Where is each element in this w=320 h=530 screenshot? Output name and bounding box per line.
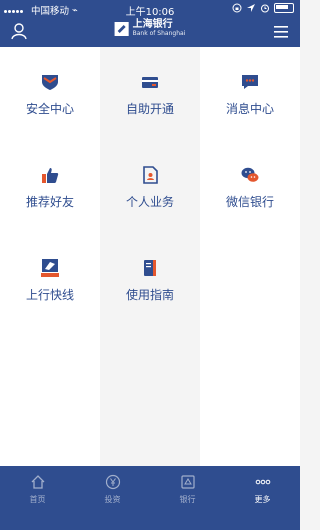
- status-bar: 中国移动 ⌁ 上午10:06: [0, 0, 300, 18]
- wechat-icon: [241, 167, 259, 182]
- more-dots-icon: [255, 479, 270, 485]
- tab-invest[interactable]: 投资: [75, 474, 150, 524]
- brand-text: 上海银行 Bank of Shanghai: [132, 19, 186, 38]
- tile-label: 安全中心: [25, 102, 74, 116]
- card-icon: [142, 77, 158, 88]
- tab-more[interactable]: 更多: [225, 474, 300, 524]
- bank-logo-icon: [114, 21, 129, 36]
- bottom-tab-bar: 首页 投资 银行 更多: [0, 466, 300, 530]
- brand-en: Bank of Shanghai: [132, 30, 186, 37]
- tab-home[interactable]: 首页: [0, 474, 75, 524]
- home-icon: [31, 475, 44, 489]
- tile-label: 个人业务: [125, 195, 174, 209]
- tile-wechat-bank[interactable]: 微信银行: [200, 140, 300, 233]
- guide-book-icon: [144, 260, 156, 276]
- bank-icon: [180, 475, 195, 489]
- user-icon: [11, 23, 27, 40]
- battery-icon: [274, 3, 294, 13]
- tile-personal-business[interactable]: 个人业务: [100, 140, 200, 233]
- shield-icon: [42, 75, 58, 90]
- brand-cn: 上海银行: [132, 19, 173, 30]
- tile-message-center[interactable]: 消息中心: [200, 47, 300, 140]
- list-menu-icon: [274, 26, 288, 38]
- tile-label: 消息中心: [225, 102, 274, 116]
- yen-coin-icon: [105, 474, 120, 490]
- status-right: [232, 3, 294, 13]
- tab-bank[interactable]: 银行: [150, 474, 225, 524]
- brand-logo: 上海银行 Bank of Shanghai: [114, 19, 186, 38]
- nav-bar: 上海银行 Bank of Shanghai: [0, 18, 300, 47]
- message-icon: [242, 75, 258, 89]
- tab-label: 更多: [254, 495, 271, 504]
- tile-user-guide[interactable]: 使用指南: [100, 233, 200, 326]
- tile-self-service[interactable]: 自助开通: [100, 47, 200, 140]
- express-logo-icon: [41, 259, 59, 277]
- tile-label: 上行快线: [25, 288, 74, 302]
- tab-label: 投资: [104, 495, 121, 504]
- user-button[interactable]: [10, 22, 28, 40]
- tile-security-center[interactable]: 安全中心: [0, 47, 100, 140]
- tile-label: 微信银行: [225, 195, 274, 209]
- menu-button[interactable]: [272, 23, 290, 41]
- lock-rotation-icon: [232, 3, 242, 13]
- tile-label: 使用指南: [125, 288, 174, 302]
- thumb-up-icon: [42, 168, 59, 183]
- location-icon: [247, 4, 255, 12]
- top-header: 中国移动 ⌁ 上午10:06 上海银行 Bank of Shanghai: [0, 0, 300, 47]
- tile-label: 推荐好友: [25, 195, 74, 209]
- tab-label: 银行: [179, 495, 196, 504]
- tile-recommend-friends[interactable]: 推荐好友: [0, 140, 100, 233]
- tab-label: 首页: [29, 495, 46, 504]
- tile-label: 自助开通: [125, 102, 174, 116]
- alarm-icon: [261, 4, 269, 13]
- tile-express-line[interactable]: 上行快线: [0, 233, 100, 326]
- service-grid: 安全中心 自助开通 消息中心 推荐好友 个人业务 微信银行 上行快线 使用指南: [0, 47, 300, 466]
- document-user-icon: [143, 166, 158, 184]
